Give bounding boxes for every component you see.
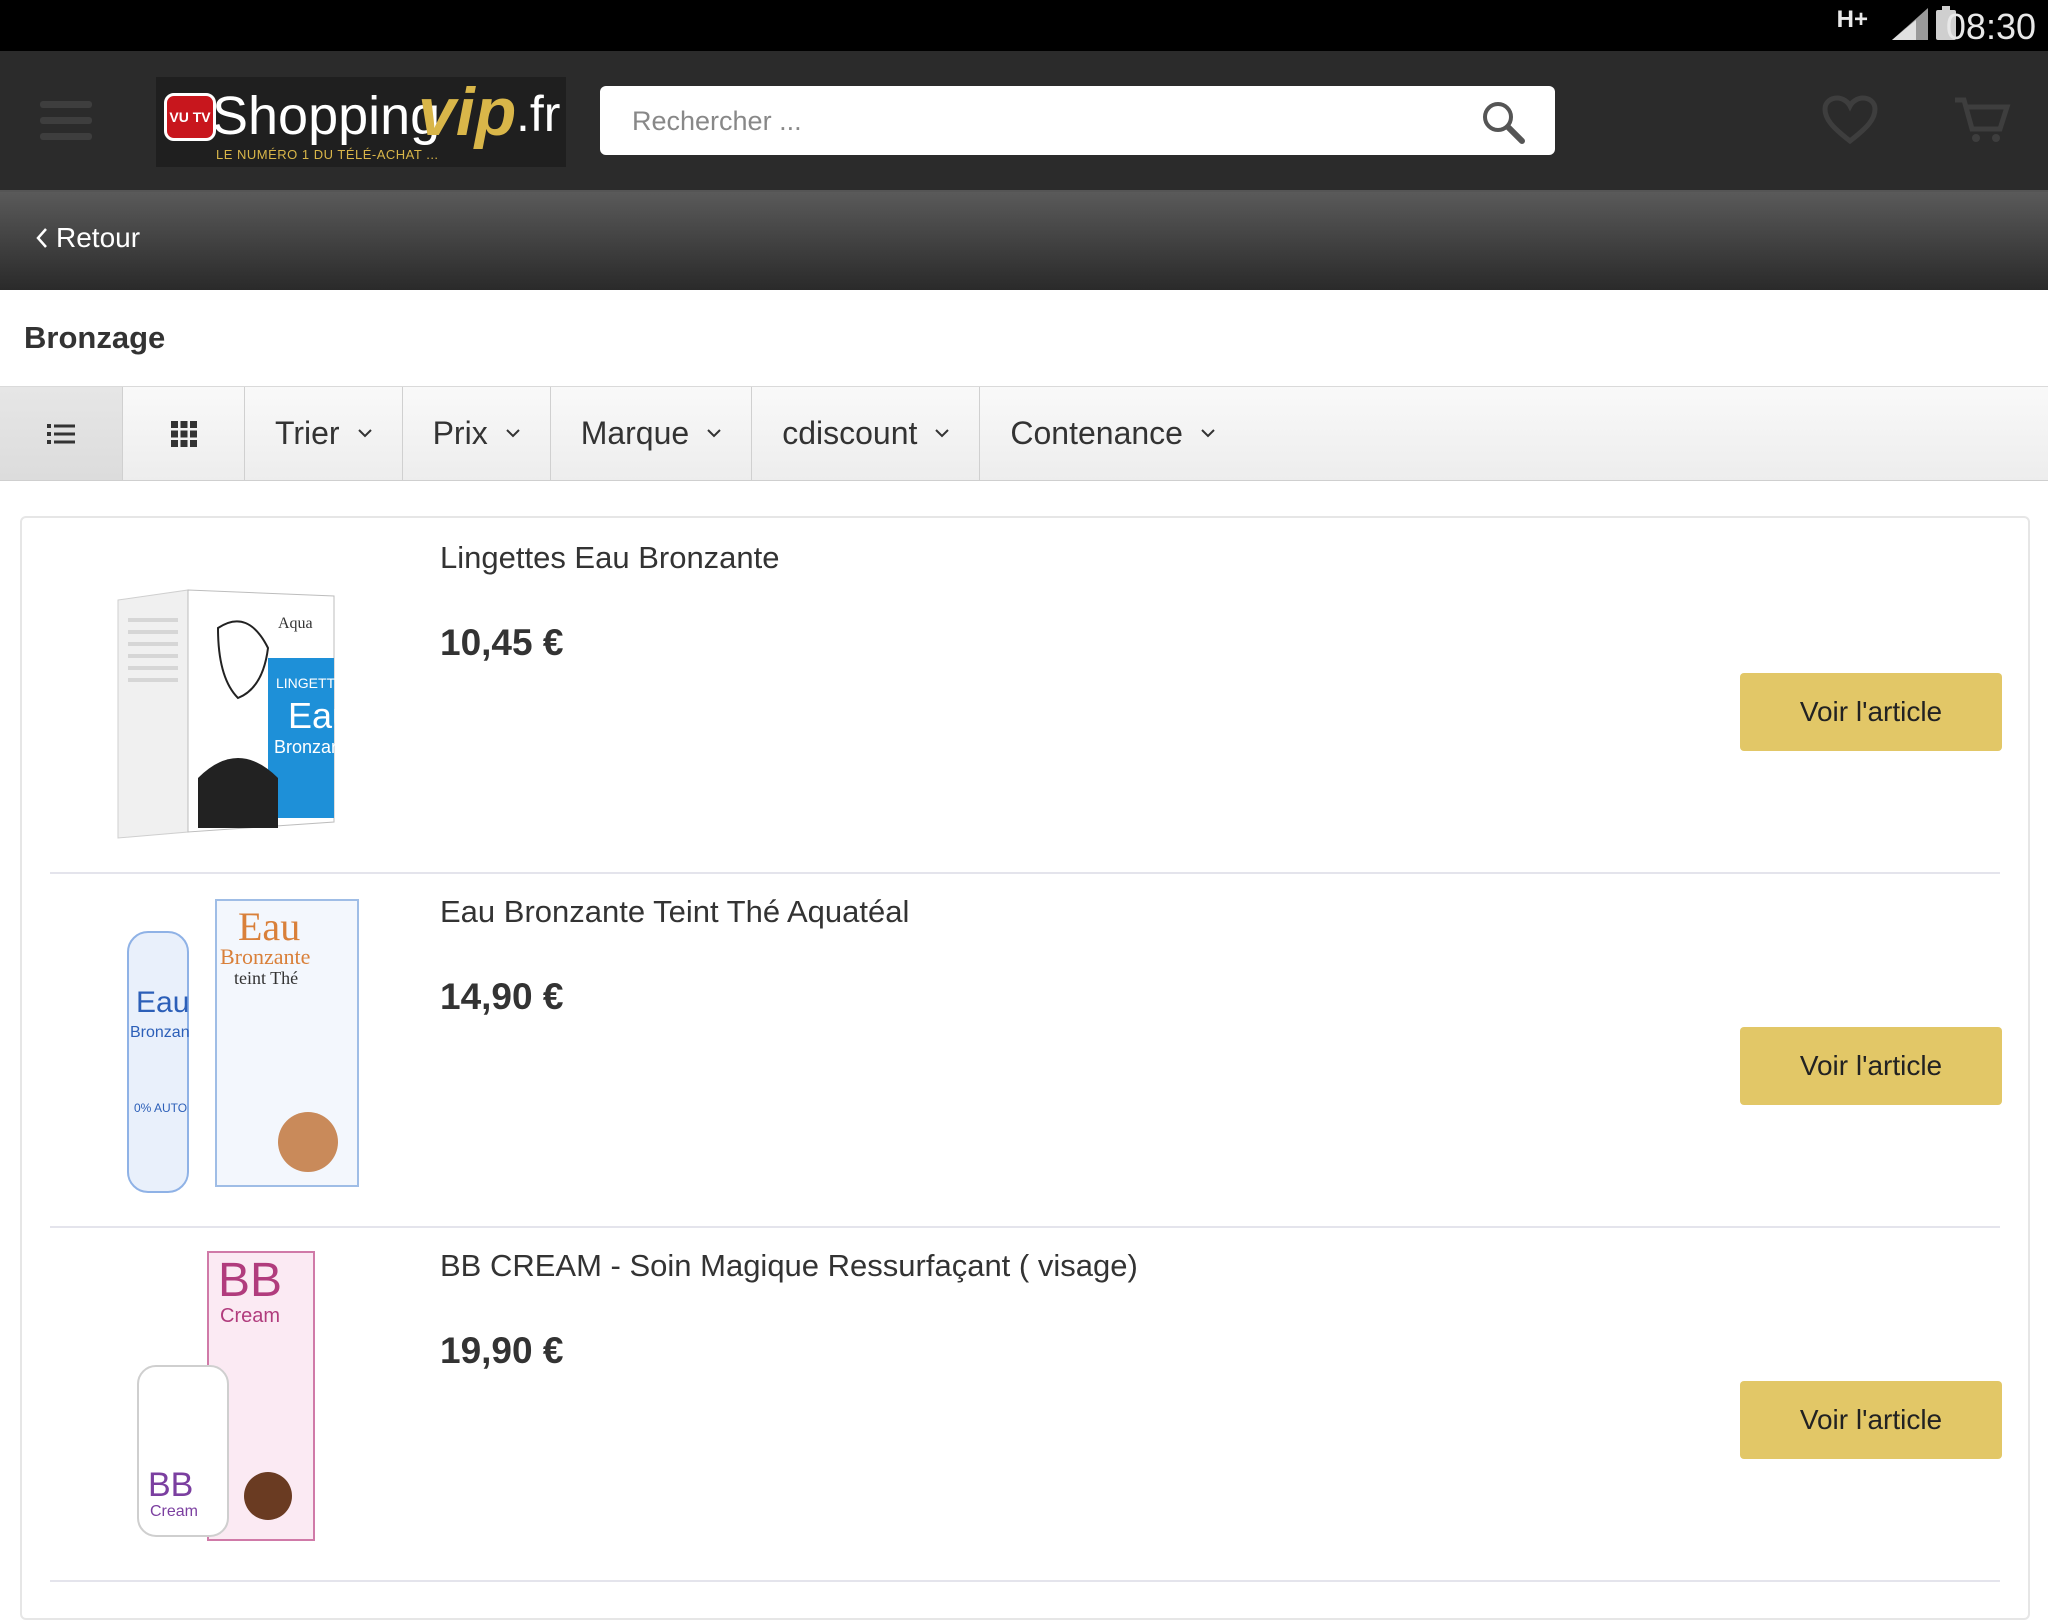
svg-text:BB: BB — [148, 1466, 193, 1504]
search-input[interactable] — [630, 96, 1454, 146]
chevron-down-icon — [1201, 429, 1215, 438]
capacity-filter-dropdown[interactable]: Contenance — [980, 387, 1245, 480]
product-title[interactable]: Lingettes Eau Bronzante — [440, 540, 780, 576]
svg-text:Bronzante: Bronzante — [274, 737, 356, 757]
back-label: Retour — [56, 222, 141, 253]
view-article-button[interactable]: Voir l'article — [1740, 1381, 2002, 1459]
search-bar — [600, 86, 1555, 155]
logo-vip-text: vip — [418, 74, 517, 150]
chevron-down-icon — [357, 429, 372, 438]
shopping-cart-icon[interactable] — [1952, 95, 2012, 145]
back-button[interactable]: Retour — [36, 222, 140, 254]
price-filter-label: Prix — [432, 415, 488, 451]
product-image[interactable]: Aqua LINGETTES Eau Bronzante — [78, 538, 398, 848]
sort-label: Trier — [275, 415, 340, 451]
product-price: 14,90 € — [440, 976, 564, 1017]
product-image[interactable]: BB Cream BB Cream — [78, 1246, 398, 1556]
svg-text:0% AUTO: 0% AUTO — [134, 1101, 187, 1115]
brand-filter-dropdown[interactable]: Marque — [551, 387, 753, 480]
view-article-button[interactable]: Voir l'article — [1740, 1027, 2002, 1105]
product-list: Aqua LINGETTES Eau Bronzante Lingettes E… — [20, 516, 2030, 1620]
logo-tagline: LE NUMÉRO 1 DU TÉLÉ-ACHAT ... — [216, 147, 439, 162]
page-title: Bronzage — [24, 320, 166, 355]
network-indicator: H+ — [1836, 6, 1868, 33]
svg-text:Aqua: Aqua — [278, 615, 313, 632]
wishlist-heart-icon[interactable] — [1822, 95, 1878, 145]
price-filter-dropdown[interactable]: Prix — [403, 387, 551, 480]
site-logo[interactable]: VU TV Shopping vip .fr LE NUMÉRO 1 DU TÉ… — [156, 74, 566, 167]
svg-text:BB: BB — [218, 1254, 282, 1307]
product-price: 19,90 € — [440, 1330, 564, 1371]
svg-text:LINGETTES: LINGETTES — [276, 675, 354, 691]
filter-toolbar: Trier Prix Marque cdiscount Contenance — [0, 386, 2048, 481]
sort-dropdown[interactable]: Trier — [245, 387, 403, 480]
hamburger-menu-icon[interactable] — [40, 101, 92, 141]
seller-filter-dropdown[interactable]: cdiscount — [752, 387, 981, 480]
svg-text:Bronzan: Bronzan — [130, 1024, 190, 1041]
product-item: Eau Bronzante teint Thé Eau Bronzan 0% A… — [50, 872, 2002, 1228]
chevron-left-icon — [36, 228, 47, 248]
product-title[interactable]: Eau Bronzante Teint Thé Aquatéal — [440, 894, 909, 930]
logo-shopping-text: Shopping — [212, 86, 441, 146]
signal-icon — [1892, 8, 1928, 40]
seller-filter-label: cdiscount — [782, 415, 918, 451]
product-title[interactable]: BB CREAM - Soin Magique Ressurfaçant ( v… — [440, 1248, 1138, 1284]
product-price: 10,45 € — [440, 622, 564, 663]
search-icon[interactable] — [1481, 100, 1525, 144]
chevron-down-icon — [505, 429, 520, 438]
status-time: 08:30 — [1945, 6, 2036, 47]
logo-tv-badge: VU TV — [164, 93, 216, 141]
product-image[interactable]: Eau Bronzante teint Thé Eau Bronzan 0% A… — [78, 892, 398, 1202]
svg-text:Eau: Eau — [288, 695, 352, 736]
brand-filter-label: Marque — [580, 415, 690, 451]
list-view-button[interactable] — [0, 387, 123, 480]
capacity-filter-label: Contenance — [1010, 415, 1183, 451]
status-bar: H+ 08:30 — [0, 0, 2048, 51]
logo-fr-text: .fr — [516, 86, 561, 142]
svg-text:Cream: Cream — [220, 1305, 280, 1327]
svg-text:teint Thé: teint Thé — [234, 968, 298, 988]
view-article-button[interactable]: Voir l'article — [1740, 673, 2002, 751]
site-header: VU TV Shopping vip .fr LE NUMÉRO 1 DU TÉ… — [0, 51, 2048, 192]
chevron-down-icon — [707, 429, 721, 438]
grid-view-icon — [170, 420, 197, 447]
svg-text:Eau: Eau — [238, 904, 300, 949]
list-view-icon — [47, 423, 75, 444]
back-bar: Retour — [0, 192, 2048, 290]
svg-text:Cream: Cream — [150, 1503, 198, 1520]
grid-view-button[interactable] — [123, 387, 245, 480]
product-item: BB Cream BB Cream BB CREAM - Soin Magiqu… — [50, 1226, 2002, 1582]
product-item: Aqua LINGETTES Eau Bronzante Lingettes E… — [50, 518, 2002, 874]
chevron-down-icon — [935, 429, 950, 438]
svg-text:Bronzante: Bronzante — [220, 944, 310, 969]
svg-text:Eau: Eau — [136, 986, 189, 1019]
